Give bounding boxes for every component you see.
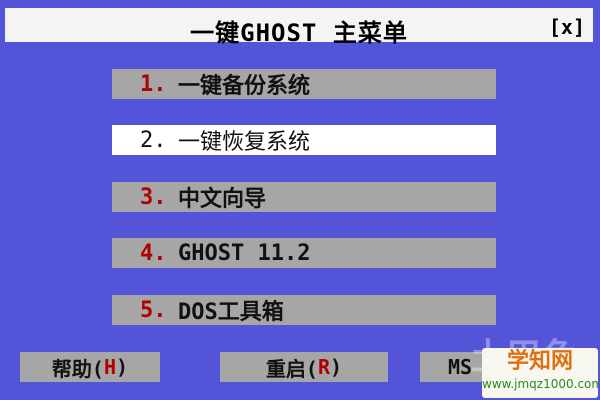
menu-item-dos-tools[interactable]: 5. DOS工具箱	[112, 295, 496, 325]
title-bar: 一键GHOST 主菜单 [x]	[5, 8, 593, 47]
restart-hotkey: R	[317, 355, 331, 379]
watermark-title: 学知网	[506, 349, 573, 374]
close-button[interactable]: [x]	[549, 15, 585, 39]
menu-item-number: 5.	[140, 297, 167, 323]
help-button-label: 帮助(	[51, 356, 104, 381]
menu-item-number: 1.	[140, 71, 167, 97]
restart-button[interactable]: 重启(R)	[220, 352, 388, 382]
menu-item-number: 3.	[140, 184, 167, 210]
ms-button-label: MS	[448, 355, 473, 379]
window-title: 一键GHOST 主菜单	[190, 19, 408, 47]
site-watermark: 学知网 www.jmqz1000.com	[482, 348, 600, 398]
restart-button-paren: )	[330, 355, 343, 379]
help-button-paren: )	[116, 355, 129, 379]
menu-item-number: 2.	[140, 127, 167, 153]
menu-item-label: DOS工具箱	[178, 300, 284, 325]
watermark-url: www.jmqz1000.com	[482, 377, 600, 391]
menu-item-restore[interactable]: 2. 一键恢复系统	[112, 125, 496, 155]
menu-item-label: GHOST 11.2	[178, 240, 311, 266]
restart-button-label: 重启(	[265, 356, 318, 381]
menu-item-chinese-wizard[interactable]: 3. 中文向导	[112, 182, 496, 212]
menu-item-ghost[interactable]: 4. GHOST 11.2	[112, 238, 496, 268]
help-button[interactable]: 帮助(H)	[20, 352, 160, 382]
help-hotkey: H	[103, 355, 117, 379]
menu-item-label: 一键备份系统	[178, 74, 311, 99]
menu-item-label: 一键恢复系统	[178, 130, 311, 155]
menu-item-number: 4.	[140, 240, 167, 266]
menu-item-label: 中文向导	[178, 187, 267, 212]
menu-item-backup[interactable]: 1. 一键备份系统	[112, 69, 496, 99]
